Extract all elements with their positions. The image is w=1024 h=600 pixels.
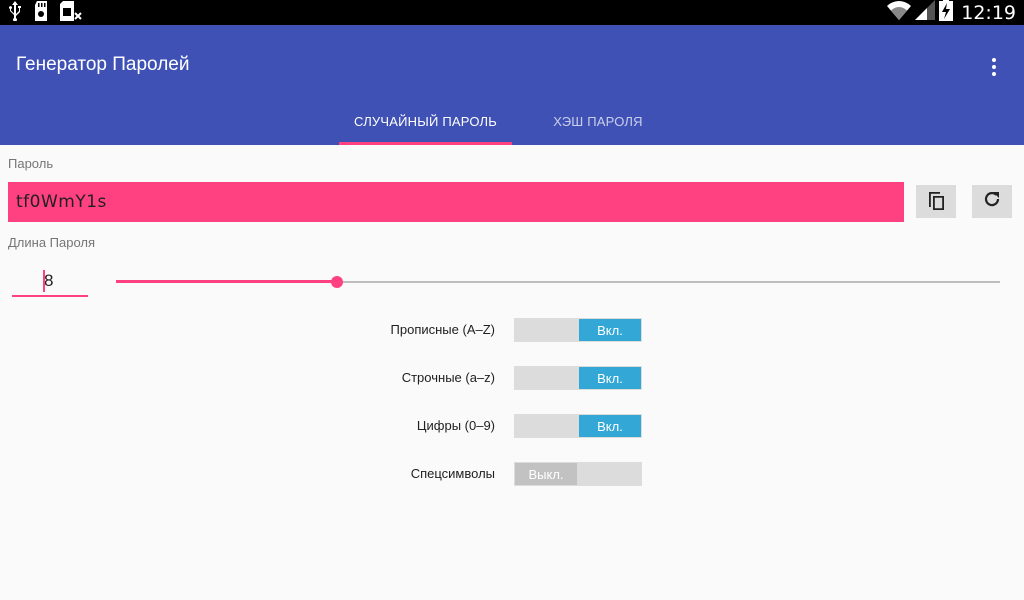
battery-charging-icon: [939, 0, 954, 26]
text-cursor: [43, 270, 45, 292]
clock: 12:19: [961, 1, 1016, 24]
no-sim-icon: [60, 0, 82, 26]
tab-password-hash[interactable]: ХЭШ ПАРОЛЯ: [512, 97, 684, 145]
slider-fill: [116, 280, 337, 283]
password-field[interactable]: tf0WmY1s: [8, 182, 904, 222]
special-chars-toggle[interactable]: Выкл.: [514, 462, 642, 486]
signal-icon: [915, 0, 936, 25]
lowercase-label: Строчные (a–z): [401, 370, 495, 385]
tab-random-password[interactable]: СЛУЧАЙНЫЙ ПАРОЛЬ: [339, 97, 512, 145]
app-title: Генератор Паролей: [16, 54, 190, 75]
usb-icon: [8, 0, 22, 26]
tab-indicator: [339, 142, 512, 145]
uppercase-label: Прописные (A–Z): [390, 322, 495, 337]
tab-label: СЛУЧАЙНЫЙ ПАРОЛЬ: [354, 113, 497, 129]
status-bar: 12:19: [0, 0, 1024, 25]
special-chars-label: Спецсимволы: [410, 466, 495, 481]
digits-toggle[interactable]: Вкл.: [514, 414, 642, 438]
refresh-button[interactable]: [972, 185, 1012, 218]
toggle-state: Вкл.: [579, 319, 641, 341]
copy-icon: [926, 188, 946, 215]
password-length-input[interactable]: 8: [12, 266, 88, 297]
password-length-slider[interactable]: [116, 272, 1000, 292]
sd-card-icon: [33, 0, 49, 26]
toggle-state: Выкл.: [515, 463, 577, 485]
tab-label: ХЭШ ПАРОЛЯ: [553, 113, 643, 129]
lowercase-toggle[interactable]: Вкл.: [514, 366, 642, 390]
app-bar: Генератор Паролей СЛУЧАЙНЫЙ ПАРОЛЬ ХЭШ П…: [0, 25, 1024, 145]
password-label: Пароль: [8, 156, 54, 171]
digits-label: Цифры (0–9): [416, 418, 495, 433]
overflow-menu-icon[interactable]: [978, 55, 1010, 79]
slider-thumb[interactable]: [331, 276, 343, 288]
toggle-state: Вкл.: [579, 415, 641, 437]
wifi-icon: [887, 0, 912, 25]
toggle-state: Вкл.: [579, 367, 641, 389]
copy-button[interactable]: [916, 185, 956, 218]
uppercase-toggle[interactable]: Вкл.: [514, 318, 642, 342]
password-length-label: Длина Пароля: [8, 235, 96, 250]
password-length-value: 8: [44, 271, 54, 290]
refresh-icon: [982, 189, 1002, 214]
tab-bar: СЛУЧАЙНЫЙ ПАРОЛЬ ХЭШ ПАРОЛЯ: [339, 97, 684, 145]
